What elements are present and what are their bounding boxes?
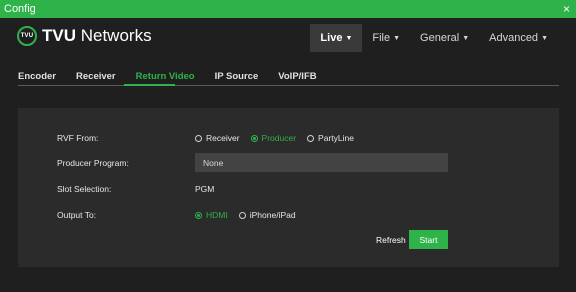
start-button[interactable]: Start (409, 230, 448, 249)
tab-ip-source[interactable]: IP Source (215, 71, 259, 82)
nav-advanced-label: Advanced (489, 32, 539, 44)
radio-partyline[interactable]: PartyLine (307, 133, 354, 143)
tab-bar: Encoder Receiver Return Video IP Source … (18, 71, 337, 82)
radio-checked-icon (195, 211, 202, 219)
brand-name: TVU Networks (42, 26, 152, 46)
radio-producer-label: Producer (261, 133, 297, 143)
close-icon[interactable]: × (563, 1, 570, 17)
config-window: Config × TVU TVU Networks Live ▼ File ▼ Ge… (0, 0, 576, 292)
slot-selection-value: PGM (195, 184, 215, 194)
top-nav: Live ▼ File ▼ General ▼ Advanced ▼ (310, 24, 558, 52)
rvf-from-label: RVF From: (57, 133, 99, 143)
tab-return-video[interactable]: Return Video (136, 71, 195, 82)
producer-program-select[interactable]: None (195, 153, 448, 172)
refresh-button[interactable]: Refresh (376, 235, 406, 245)
nav-file-label: File (372, 32, 391, 44)
radio-iphone-ipad-label: iPhone/iPad (249, 210, 296, 220)
chevron-down-icon: ▼ (541, 34, 548, 42)
radio-iphone-ipad[interactable]: iPhone/iPad (238, 210, 296, 220)
output-to-label: Output To: (57, 210, 97, 220)
rvf-from-radio-group: Receiver Producer PartyLine (195, 133, 365, 143)
tab-divider (18, 85, 559, 86)
radio-hdmi-label: HDMI (206, 210, 228, 220)
logo: TVU TVU Networks (17, 26, 152, 46)
nav-live-label: Live (320, 32, 343, 44)
tab-encoder[interactable]: Encoder (18, 71, 56, 82)
radio-icon (307, 134, 315, 142)
slot-selection-label: Slot Selection: (57, 184, 112, 194)
active-tab-indicator (124, 84, 175, 86)
nav-general[interactable]: General ▼ (410, 24, 479, 52)
radio-producer[interactable]: Producer (250, 133, 297, 143)
radio-receiver-label: Receiver (206, 133, 240, 143)
output-to-radio-group: HDMI iPhone/iPad (195, 210, 307, 220)
chevron-down-icon: ▼ (393, 34, 401, 42)
radio-checked-icon (250, 134, 258, 142)
producer-program-label: Producer Program: (57, 158, 129, 168)
tvu-logo-icon: TVU (17, 26, 37, 46)
radio-icon (238, 211, 246, 219)
logo-mark-text: TVU (20, 33, 34, 39)
brand-name-rest: Networks (76, 26, 152, 45)
radio-icon (195, 134, 202, 142)
tab-voip-ifb[interactable]: VoIP/IFB (278, 71, 316, 82)
title-bar: Config × (0, 0, 576, 18)
radio-hdmi[interactable]: HDMI (195, 210, 228, 220)
radio-receiver[interactable]: Receiver (195, 133, 240, 143)
window-title: Config (4, 3, 36, 15)
chevron-down-icon: ▼ (345, 34, 353, 42)
radio-partyline-label: PartyLine (318, 133, 354, 143)
brand-name-bold: TVU (42, 26, 76, 45)
nav-advanced[interactable]: Advanced ▼ (479, 24, 558, 52)
nav-general-label: General (420, 32, 460, 44)
nav-file[interactable]: File ▼ (362, 24, 410, 52)
nav-live[interactable]: Live ▼ (310, 24, 363, 52)
tab-receiver[interactable]: Receiver (76, 71, 116, 82)
chevron-down-icon: ▼ (462, 34, 470, 42)
